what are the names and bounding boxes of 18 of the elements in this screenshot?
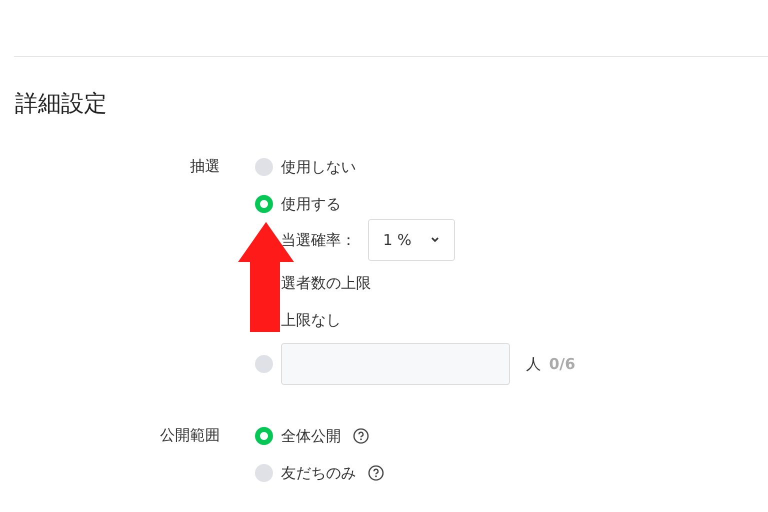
radio-button[interactable] <box>255 355 273 373</box>
limit-input-field[interactable] <box>281 343 510 385</box>
radio-option[interactable]: 友だちのみ <box>255 462 356 484</box>
unit-label: 人 <box>526 354 541 375</box>
radio-option[interactable]: 全体公開 <box>255 424 341 446</box>
limit-heading: 選者数の上限 <box>280 272 372 294</box>
help-icon[interactable] <box>353 428 369 444</box>
field-label: 抽選 <box>189 156 220 177</box>
radio-option[interactable]: 使用しない <box>255 148 768 185</box>
chevron-down-icon <box>430 237 440 243</box>
radio-option[interactable]: 使用する <box>255 185 768 222</box>
help-icon[interactable] <box>368 464 384 480</box>
limit-option[interactable]: 上限なし <box>281 308 341 330</box>
probability-label: 当選確率： <box>281 230 356 251</box>
section-title: 詳細設定 <box>14 90 108 119</box>
probability-dropdown[interactable]: 1 % <box>368 219 455 261</box>
character-count: 0/6 <box>549 354 576 375</box>
field-label: 公開範囲 <box>159 425 220 446</box>
